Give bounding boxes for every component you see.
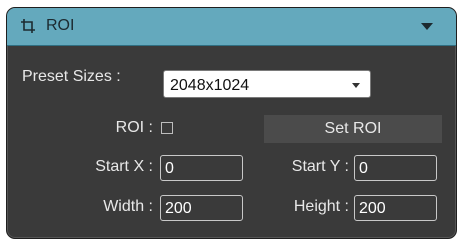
- start-x-value: 0: [165, 160, 174, 177]
- set-roi-button[interactable]: Set ROI: [264, 115, 442, 143]
- width-label: Width :: [103, 198, 153, 215]
- start-y-label: Start Y :: [291, 158, 349, 175]
- panel-title: ROI: [46, 17, 75, 34]
- panel-header[interactable]: ROI: [7, 8, 456, 46]
- start-x-input[interactable]: 0: [160, 155, 243, 181]
- start-x-label: Start X :: [95, 158, 153, 175]
- preset-sizes-label: Preset Sizes :: [22, 68, 121, 85]
- preset-sizes-dropdown[interactable]: 2048x1024: [163, 70, 371, 98]
- preset-sizes-value: 2048x1024: [170, 77, 250, 94]
- roi-checkbox[interactable]: [161, 122, 173, 134]
- start-y-value: 0: [359, 160, 368, 177]
- width-input[interactable]: 200: [160, 195, 243, 221]
- height-input[interactable]: 200: [354, 195, 437, 221]
- dropdown-arrow-icon: [352, 83, 360, 88]
- roi-label: ROI :: [115, 119, 153, 136]
- caret-down-icon[interactable]: [421, 23, 433, 30]
- height-value: 200: [359, 200, 386, 217]
- height-label: Height :: [293, 198, 349, 215]
- start-y-input[interactable]: 0: [354, 155, 437, 181]
- roi-panel: ROI Preset Sizes : 2048x1024 ROI : Set R…: [6, 7, 457, 239]
- crop-icon: [21, 19, 35, 33]
- width-value: 200: [165, 200, 192, 217]
